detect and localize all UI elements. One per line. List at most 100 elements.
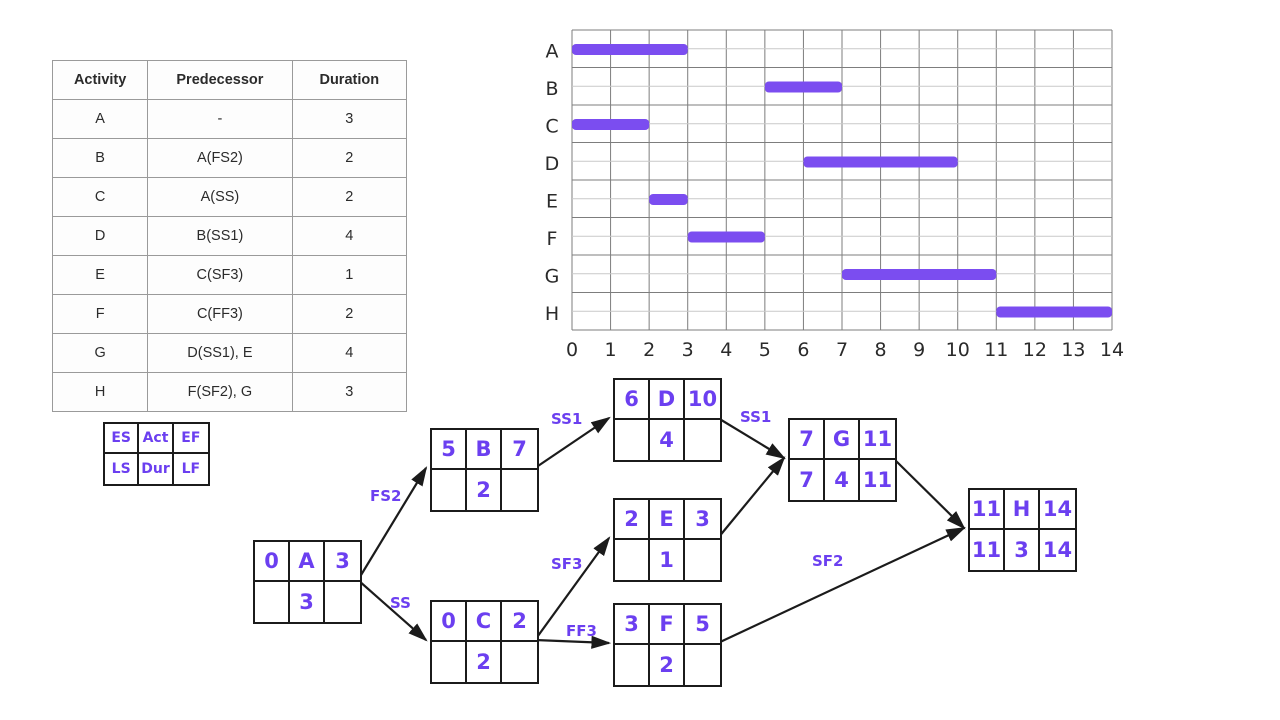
cell-duration: 1 <box>291 255 408 295</box>
gantt-xtick-6: 6 <box>797 339 809 361</box>
edge-label-sf3: SF3 <box>551 555 583 573</box>
cell-predecessor: A(FS2) <box>147 138 293 178</box>
gantt-xtick-14: 14 <box>1100 339 1124 361</box>
gantt-xtick-12: 12 <box>1023 339 1047 361</box>
gantt-row-label-f: F <box>547 228 558 250</box>
node-c-dur: 2 <box>467 642 502 682</box>
cell-activity: A <box>51 99 149 139</box>
node-b-lf <box>502 470 537 510</box>
gantt-xtick-9: 9 <box>913 339 925 361</box>
column-header-duration: Duration <box>291 60 408 100</box>
node-g-dur: 4 <box>825 460 860 500</box>
node-a: 0 A 3 3 <box>253 540 362 624</box>
node-g-es: 7 <box>790 420 825 460</box>
node-b-ef: 7 <box>502 430 537 470</box>
edge-label-ss1-dg: SS1 <box>740 408 772 426</box>
gantt-xtick-5: 5 <box>759 339 771 361</box>
node-b-ls <box>432 470 467 510</box>
gantt-gridlines <box>571 29 1113 331</box>
table-row: D B(SS1) 4 <box>51 216 408 256</box>
node-h: 11 H 14 11 3 14 <box>968 488 1077 572</box>
gantt-row-label-c: C <box>545 116 558 138</box>
cell-duration: 4 <box>291 216 408 256</box>
gantt-xtick-2: 2 <box>643 339 655 361</box>
node-c-lf <box>502 642 537 682</box>
gantt-xtick-8: 8 <box>875 339 887 361</box>
edge-c-f <box>534 635 612 649</box>
node-g-ls: 7 <box>790 460 825 500</box>
edge-f-h <box>717 527 966 644</box>
gantt-svg: ABCDEFGH 0 1 2 3 4 5 6 7 8 9 10 11 12 13 14 <box>545 29 1124 361</box>
legend-act: Act <box>139 424 174 454</box>
node-c-act: C <box>467 602 502 642</box>
node-d-es: 6 <box>615 380 650 420</box>
gantt-xtick-1: 1 <box>605 339 617 361</box>
table-row: A - 3 <box>51 99 408 139</box>
node-a-es: 0 <box>255 542 290 582</box>
gantt-row-label-g: G <box>545 266 560 288</box>
node-d: 6 D 10 4 <box>613 378 722 462</box>
node-b-dur: 2 <box>467 470 502 510</box>
table-row: F C(FF3) 2 <box>51 294 408 334</box>
cell-duration: 3 <box>291 99 408 139</box>
table-header-row: Activity Predecessor Duration <box>51 60 408 100</box>
node-c-es: 0 <box>432 602 467 642</box>
edge-g-h <box>892 457 966 530</box>
legend-ef: EF <box>173 424 208 454</box>
table-row: B A(FS2) 2 <box>51 138 408 178</box>
node-e-dur: 1 <box>650 540 685 580</box>
edge-a-b <box>357 466 428 581</box>
node-a-act: A <box>290 542 325 582</box>
gantt-chart: ABCDEFGH 0 1 2 3 4 5 6 7 8 9 10 11 12 13 14 <box>520 12 1140 367</box>
node-e-act: E <box>650 500 685 540</box>
node-d-ls <box>615 420 650 460</box>
gantt-row-labels: ABCDEFGH <box>545 41 560 326</box>
node-h-dur: 3 <box>1005 530 1040 570</box>
node-h-ls: 11 <box>970 530 1005 570</box>
edge-label-ss1-bd: SS1 <box>551 410 583 428</box>
node-d-ef: 10 <box>685 380 720 420</box>
gantt-xtick-0: 0 <box>566 339 578 361</box>
node-h-ef: 14 <box>1040 490 1075 530</box>
node-d-act: D <box>650 380 685 420</box>
cell-activity: E <box>51 255 149 295</box>
cell-predecessor: C(SF3) <box>147 255 293 295</box>
edge-label-fs2: FS2 <box>370 487 402 505</box>
cell-activity: C <box>51 177 149 217</box>
node-a-lf <box>325 582 360 622</box>
node-h-act: H <box>1005 490 1040 530</box>
table-row: E C(SF3) 1 <box>51 255 408 295</box>
node-f-dur: 2 <box>650 645 685 685</box>
node-b: 5 B 7 2 <box>430 428 539 512</box>
gantt-row-label-h: H <box>545 303 559 325</box>
node-f-es: 3 <box>615 605 650 645</box>
edge-label-sf2: SF2 <box>812 552 844 570</box>
node-c-ls <box>432 642 467 682</box>
node-a-ef: 3 <box>325 542 360 582</box>
gantt-xtick-13: 13 <box>1061 339 1085 361</box>
node-e-es: 2 <box>615 500 650 540</box>
gantt-xtick-4: 4 <box>720 339 732 361</box>
node-e: 2 E 3 1 <box>613 498 722 582</box>
node-h-lf: 14 <box>1042 538 1073 562</box>
node-f-lf <box>685 645 720 685</box>
cell-duration: 2 <box>291 138 408 178</box>
node-d-lf <box>685 420 720 460</box>
node-c-ef: 2 <box>502 602 537 642</box>
gantt-row-label-d: D <box>545 153 560 175</box>
cell-predecessor: - <box>147 99 293 139</box>
node-g: 7 G 11 7 4 11 <box>788 418 897 502</box>
legend-dur: Dur <box>139 454 174 484</box>
gantt-xtick-3: 3 <box>682 339 694 361</box>
precedence-network-diagram: ES Act EF LS Dur LF 0 A 3 3 5 B 7 2 0 C … <box>0 360 1280 720</box>
node-f-act: F <box>650 605 685 645</box>
gantt-row-label-e: E <box>546 191 558 213</box>
cell-predecessor: B(SS1) <box>147 216 293 256</box>
gantt-xtick-10: 10 <box>946 339 970 361</box>
node-e-ls <box>615 540 650 580</box>
node-b-act: B <box>467 430 502 470</box>
node-d-dur: 4 <box>650 420 685 460</box>
cell-duration: 2 <box>291 177 408 217</box>
node-g-act: G <box>825 420 860 460</box>
cell-duration: 2 <box>291 294 408 334</box>
